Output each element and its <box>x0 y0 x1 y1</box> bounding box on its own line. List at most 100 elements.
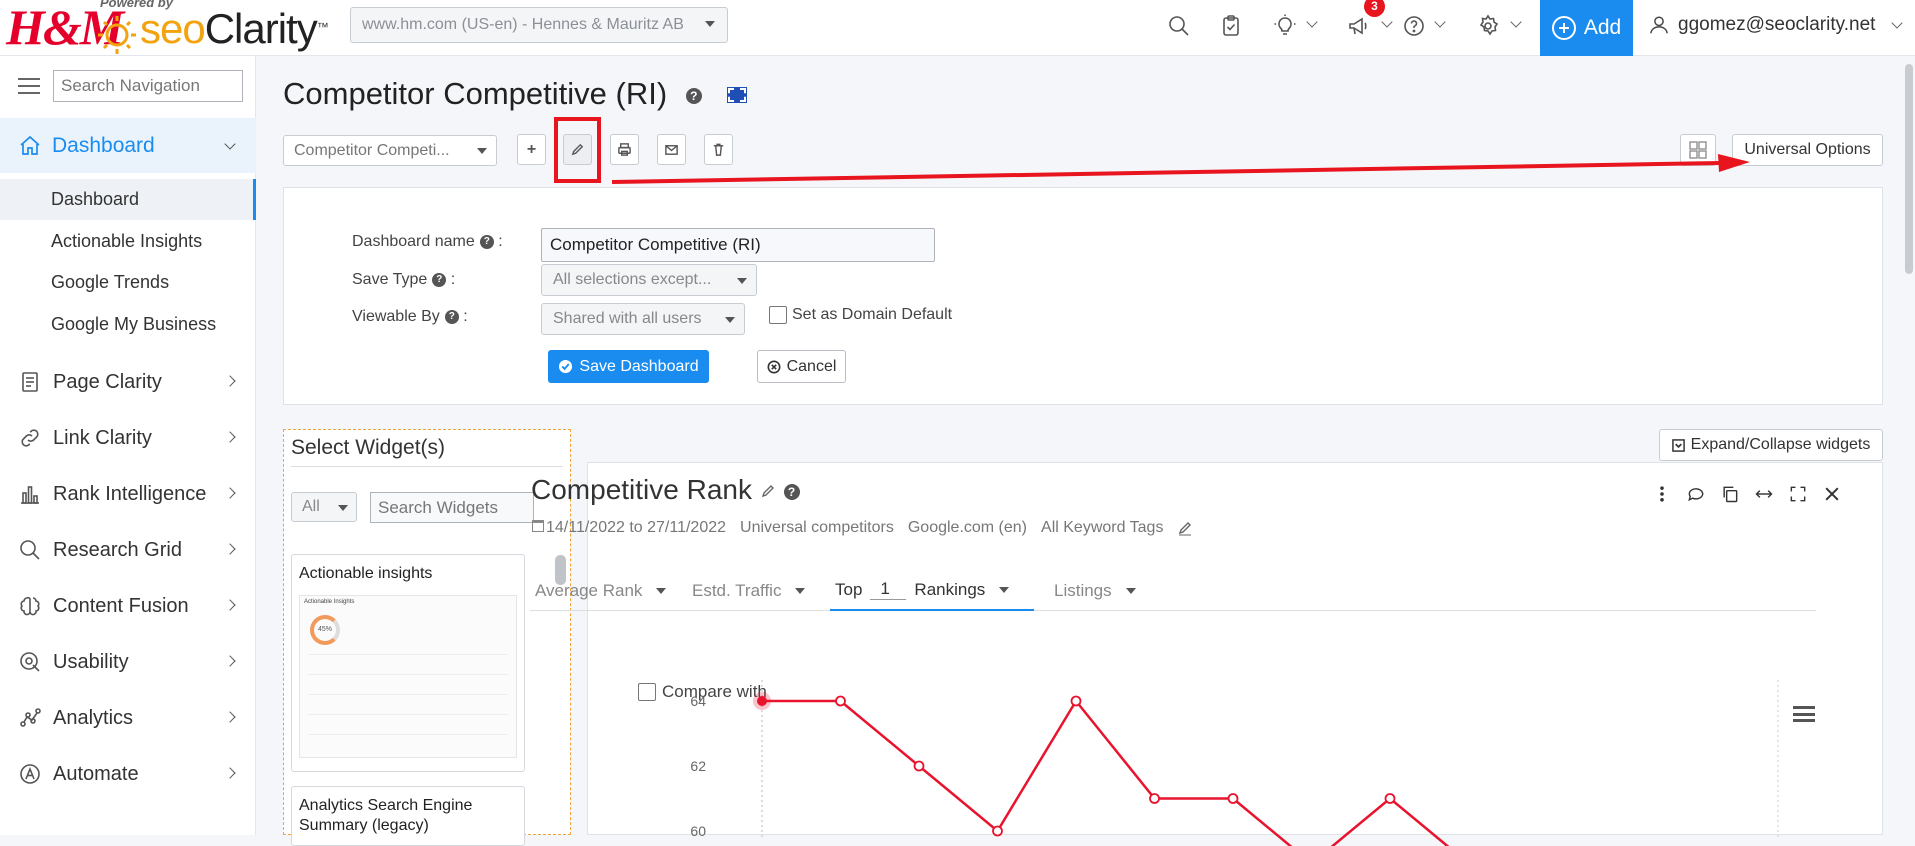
add-dashboard-button[interactable]: + <box>517 134 546 165</box>
sidebar-section-dashboard[interactable]: Dashboard <box>0 118 256 173</box>
annotation-arrow <box>611 154 1750 184</box>
plus-icon: + <box>526 140 537 158</box>
dashboard-selector[interactable]: Competitor Competi... <box>283 135 497 166</box>
top-n-input[interactable]: 1 <box>870 579 907 600</box>
universal-options-button[interactable]: Universal Options <box>1732 134 1883 166</box>
sidebar-subitem-dashboard[interactable]: Dashboard <box>0 179 256 220</box>
widget-meta: 14/11/2022 to 27/11/2022 Universal compe… <box>532 519 1193 537</box>
sidebar-item-analytics[interactable]: Analytics <box>0 695 256 741</box>
widget-card-title: Analytics Search Engine Summary (legacy) <box>299 797 473 834</box>
sidebar-item-automate[interactable]: Automate <box>0 751 256 797</box>
edit-filters-icon[interactable] <box>1177 520 1193 536</box>
resize-horizontal-icon[interactable] <box>1754 484 1774 504</box>
tab-average-rank[interactable]: Average Rank <box>530 570 668 611</box>
sidebar-item-content-fusion[interactable]: Content Fusion <box>0 583 256 629</box>
calendar-icon <box>532 520 544 532</box>
chevron-down-icon[interactable] <box>1510 16 1522 28</box>
automate-icon <box>20 764 40 784</box>
usability-icon <box>20 652 40 672</box>
chevron-right-icon <box>224 543 236 555</box>
lightbulb-icon[interactable] <box>1268 11 1302 41</box>
search-engine-filter[interactable]: Google.com (en) <box>908 519 1027 537</box>
search-icon[interactable] <box>1162 11 1196 41</box>
user-menu[interactable]: ggomez@seoclarity.net <box>1648 14 1904 36</box>
help-icon[interactable]: ? <box>479 234 494 249</box>
chevron-right-icon <box>224 375 236 387</box>
fullscreen-icon[interactable] <box>1788 484 1808 504</box>
search-widgets-input[interactable]: Search Widgets <box>370 492 534 523</box>
link-icon <box>21 429 39 447</box>
widget-toolbar <box>1652 484 1842 504</box>
y-tick-label: 62 <box>690 758 706 774</box>
add-button[interactable]: Add <box>1540 0 1633 56</box>
save-type-select[interactable]: All selections except... <box>541 264 757 296</box>
sidebar-item-page-clarity[interactable]: Page Clarity <box>0 359 256 405</box>
tab-listings[interactable]: Listings <box>1049 570 1144 611</box>
widget-card-actionable-insights[interactable]: Actionable insights Actionable Insights … <box>291 554 525 772</box>
chevron-down-icon[interactable] <box>1306 16 1318 28</box>
edit-title-icon[interactable] <box>760 483 776 499</box>
close-icon[interactable] <box>1822 484 1842 504</box>
domain-selector[interactable]: www.hm.com (US-en) - Hennes & Mauritz AB <box>350 7 728 43</box>
data-point <box>992 825 1003 837</box>
brain-icon <box>20 596 40 616</box>
help-icon[interactable]: ? <box>685 87 702 104</box>
check-circle-icon <box>559 359 573 374</box>
tab-top-rankings[interactable]: Top 1 Rankings <box>830 570 1034 611</box>
chevron-down-icon <box>224 138 236 150</box>
data-point <box>1070 695 1082 707</box>
help-icon[interactable] <box>1397 11 1431 41</box>
video-tutorial-icon[interactable] <box>727 87 747 103</box>
save-dashboard-button[interactable]: Save Dashboard <box>548 350 709 383</box>
date-range[interactable]: 14/11/2022 to 27/11/2022 <box>532 519 726 537</box>
search-navigation-input[interactable]: Search Navigation <box>53 70 243 102</box>
data-point <box>913 760 925 772</box>
domain-default-checkbox[interactable] <box>769 306 787 324</box>
seoclarity-logo[interactable]: seoClarity™ <box>140 4 329 54</box>
data-point <box>757 696 767 706</box>
widget-filter-select[interactable]: All <box>291 492 357 522</box>
domain-default-option[interactable]: Set as Domain Default <box>769 306 952 324</box>
sidebar-item-rank-intelligence[interactable]: Rank Intelligence <box>0 471 256 517</box>
hamburger-menu-icon[interactable] <box>18 78 40 94</box>
widget-title: Competitive Rank ? <box>531 474 800 506</box>
data-point <box>835 695 846 707</box>
sidebar-item-usability[interactable]: Usability <box>0 639 256 685</box>
sidebar-subitem-google-trends[interactable]: Google Trends <box>0 262 256 303</box>
sidebar-item-link-clarity[interactable]: Link Clarity <box>0 415 256 461</box>
sidebar-subitem-actionable-insights[interactable]: Actionable Insights <box>0 221 256 262</box>
viewable-by-label: Viewable By? : <box>352 308 468 325</box>
copy-icon[interactable] <box>1720 484 1740 504</box>
series-line <box>762 698 1450 846</box>
dashboard-name-label: Dashboard name? : <box>352 233 503 250</box>
page-icon <box>22 372 38 392</box>
gear-icon[interactable] <box>1471 11 1505 41</box>
sidebar-item-research-grid[interactable]: Research Grid <box>0 527 256 573</box>
chevron-down-icon[interactable] <box>1381 16 1393 28</box>
clipboard-check-icon[interactable] <box>1214 11 1248 41</box>
widget-card-analytics-search-engine-summary[interactable]: Analytics Search Engine Summary (legacy) <box>291 786 525 846</box>
help-icon[interactable]: ? <box>444 309 459 324</box>
keyword-tags-filter[interactable]: All Keyword Tags <box>1041 519 1163 537</box>
dashboard-name-input[interactable]: Competitor Competitive (RI) <box>541 228 935 262</box>
expand-collapse-widgets-button[interactable]: Expand/Collapse widgets <box>1659 429 1883 461</box>
page-scrollbar[interactable] <box>1905 64 1913 274</box>
analytics-icon <box>20 708 41 727</box>
notification-badge[interactable]: 3 <box>1364 0 1385 17</box>
help-icon[interactable]: ? <box>432 272 447 287</box>
sidebar: Search Navigation Dashboard Dashboard Ac… <box>0 56 256 835</box>
cancel-button[interactable]: Cancel <box>757 350 846 383</box>
sidebar-subitem-google-my-business[interactable]: Google My Business <box>0 304 256 345</box>
more-vertical-icon[interactable] <box>1652 484 1672 504</box>
y-tick-label: 60 <box>690 823 706 839</box>
competitors-filter[interactable]: Universal competitors <box>740 519 894 537</box>
comment-icon[interactable] <box>1686 484 1706 504</box>
help-icon[interactable]: ? <box>783 483 800 500</box>
viewable-by-select[interactable]: Shared with all users <box>541 303 745 335</box>
chevron-down-icon <box>1891 16 1904 29</box>
edit-dashboard-panel: Dashboard name? : Competitor Competitive… <box>283 187 1883 405</box>
widget-thumbnail: Actionable Insights 45% <box>299 595 517 758</box>
chevron-down-icon[interactable] <box>1434 16 1446 28</box>
select-widgets-panel: Select Widget(s) All Search Widgets Acti… <box>283 429 571 846</box>
tab-estd-traffic[interactable]: Estd. Traffic <box>687 570 817 611</box>
